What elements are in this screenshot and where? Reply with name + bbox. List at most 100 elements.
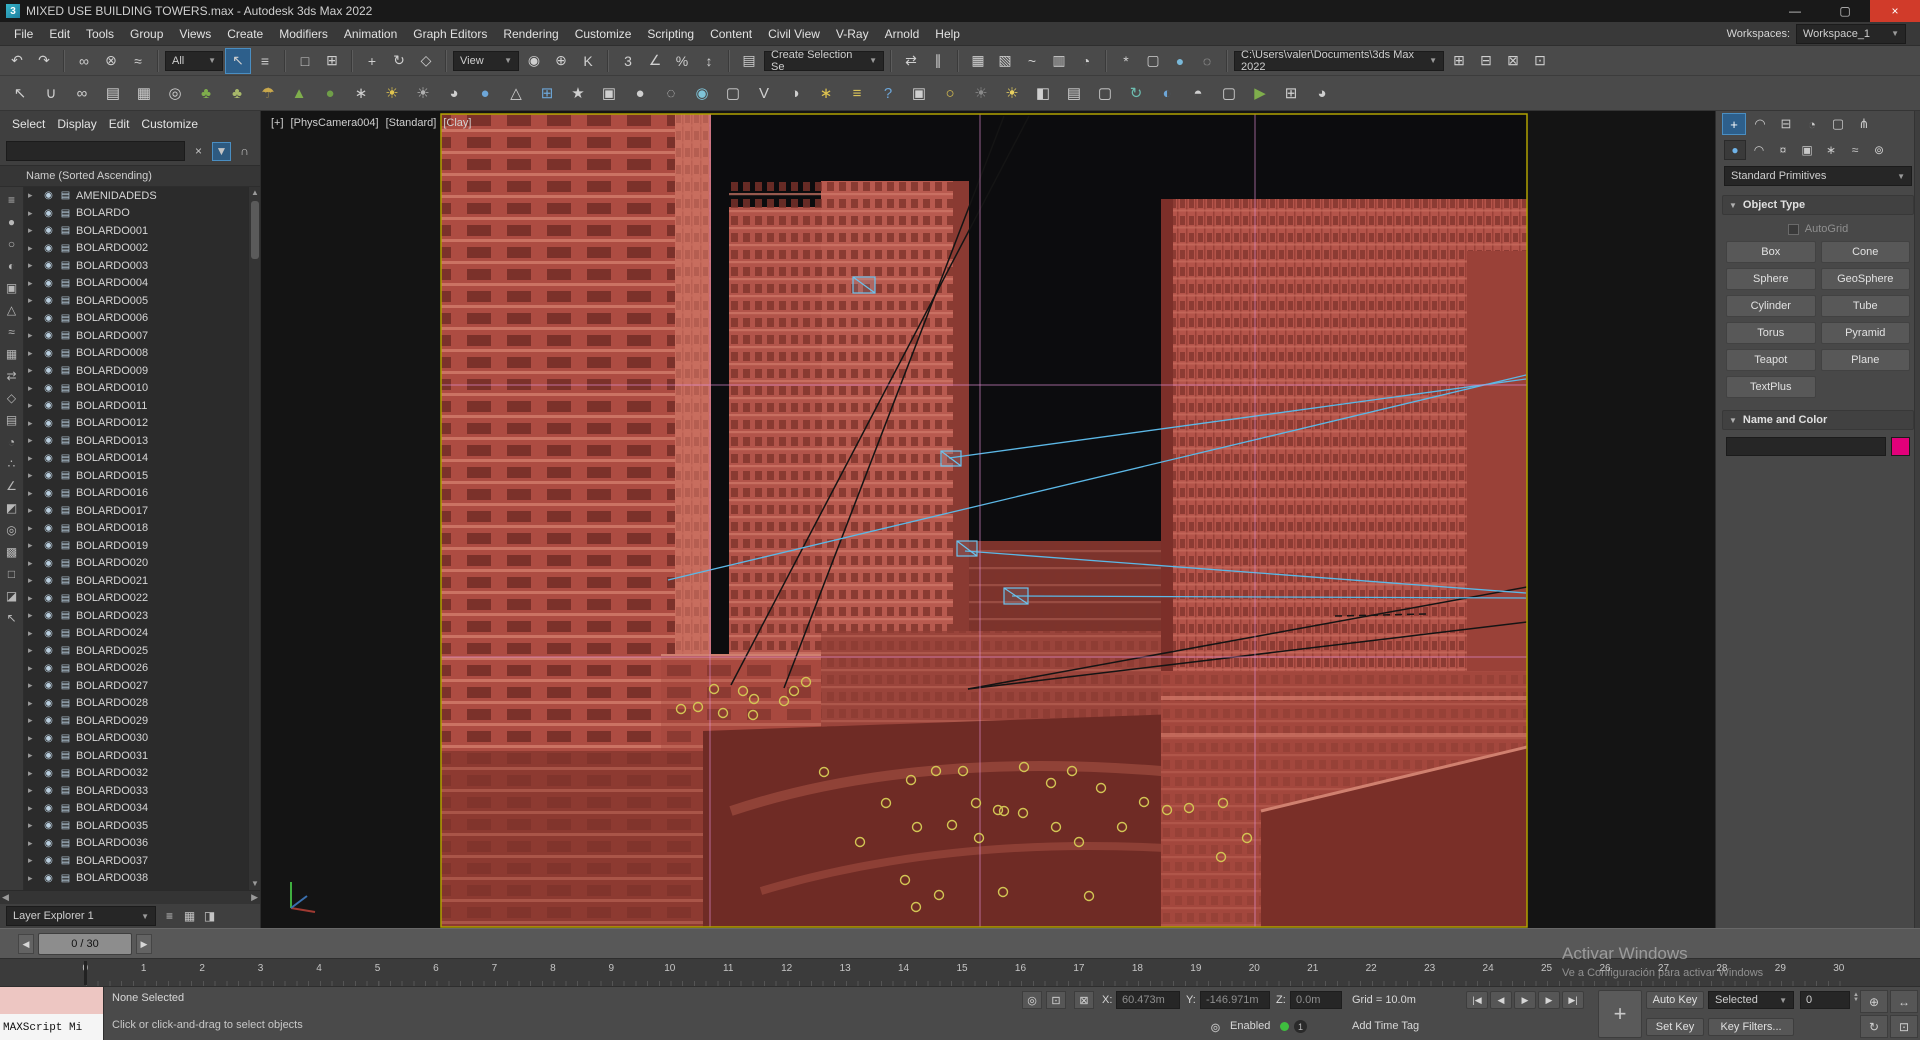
camera-icon[interactable]: ▣	[595, 79, 623, 107]
select-and-scale-icon[interactable]: ◇	[413, 48, 439, 74]
percent-snap-icon[interactable]: %	[669, 48, 695, 74]
expand-icon[interactable]: ▸	[28, 348, 38, 359]
layer-row[interactable]: ▸ ◉ ▤ BOLARDO011	[24, 397, 248, 415]
timeline-tick[interactable]: 20	[1225, 959, 1283, 974]
display-materials-icon[interactable]: ◔	[2, 431, 22, 453]
orbit-icon[interactable]: ↻	[1860, 1015, 1888, 1038]
select-by-name-icon[interactable]: ≡	[252, 48, 278, 74]
sphere-dotted-icon[interactable]: ◌	[657, 79, 685, 107]
expand-icon[interactable]: ▸	[28, 260, 38, 271]
info-badge[interactable]: 1	[1294, 1020, 1307, 1033]
unlink-selection-icon[interactable]: ⊗	[98, 48, 124, 74]
layer-row[interactable]: ▸ ◉ ▤ BOLARDO025	[24, 642, 248, 660]
current-frame-field[interactable]: 0	[1800, 991, 1850, 1009]
timeline-tick[interactable]: 25	[1517, 959, 1575, 974]
visibility-icon[interactable]: ◉	[42, 628, 55, 639]
expand-icon[interactable]: ▸	[28, 278, 38, 289]
object-type-button[interactable]: Teapot	[1726, 349, 1816, 371]
object-type-button[interactable]: TextPlus	[1726, 376, 1816, 398]
expand-icon[interactable]: ▸	[28, 733, 38, 744]
layer-row[interactable]: ▸ ◉ ▤ BOLARDO020	[24, 555, 248, 573]
mirror-icon[interactable]: ⇄	[898, 48, 924, 74]
set-key-mode-button[interactable]: +	[1598, 990, 1642, 1038]
layer-row[interactable]: ▸ ◉ ▤ BOLARDO002	[24, 240, 248, 258]
display-helpers-icon[interactable]: △	[2, 299, 22, 321]
use-pivot-point-icon[interactable]: ◉	[521, 48, 547, 74]
visibility-icon[interactable]: ◉	[42, 855, 55, 866]
visibility-icon[interactable]: ◉	[42, 435, 55, 446]
layer-row[interactable]: ▸ ◉ ▤ BOLARDO010	[24, 380, 248, 398]
layer-row[interactable]: ▸ ◉ ▤ AMENIDADEDS	[24, 187, 248, 205]
layer-row[interactable]: ▸ ◉ ▤ BOLARDO001	[24, 222, 248, 240]
horizontal-scrollbar[interactable]: ◀ ▶	[0, 890, 260, 904]
progressive-display-icon[interactable]: ⊚	[1210, 1020, 1221, 1036]
offset-mode-icon[interactable]: ⊡	[1046, 991, 1066, 1009]
filter-icon[interactable]: ▼	[212, 141, 231, 161]
object-type-button[interactable]: Cone	[1820, 241, 1910, 263]
cursor-icon[interactable]: ↖	[6, 79, 34, 107]
menu-item[interactable]: Group	[122, 22, 171, 46]
keyboard-override-icon[interactable]: K	[575, 48, 601, 74]
layer-row[interactable]: ▸ ◉ ▤ BOLARDO030	[24, 730, 248, 748]
visibility-icon[interactable]: ◉	[42, 558, 55, 569]
category-cameras[interactable]: ▣	[1796, 140, 1818, 160]
teapot-wrench-icon[interactable]: ◕	[1308, 79, 1336, 107]
material-editor-icon[interactable]: ◔	[1073, 48, 1099, 74]
layer-row[interactable]: ▸ ◉ ▤ BOLARDO009	[24, 362, 248, 380]
visibility-icon[interactable]: ◉	[42, 260, 55, 271]
object-type-button[interactable]: Box	[1726, 241, 1816, 263]
tab-motion[interactable]: ◔	[1800, 113, 1824, 135]
viewport-menu-general[interactable]: [+]	[271, 117, 284, 129]
viewport-menu-pov[interactable]: [PhysCamera004]	[291, 117, 379, 129]
menu-item[interactable]: Help	[927, 22, 968, 46]
layer-row[interactable]: ▸ ◉ ▤ BOLARDO019	[24, 537, 248, 555]
display-geometry-icon[interactable]: ●	[2, 211, 22, 233]
display-groups-icon[interactable]: ▦	[2, 343, 22, 365]
select-and-manipulate-icon[interactable]: ⊕	[548, 48, 574, 74]
expand-icon[interactable]: ▸	[28, 225, 38, 236]
layer-row[interactable]: ▸ ◉ ▤ BOLARDO003	[24, 257, 248, 275]
maximize-button[interactable]: ▢	[1820, 0, 1870, 22]
visibility-icon[interactable]: ◉	[42, 505, 55, 516]
display-spacewarps-icon[interactable]: ≈	[2, 321, 22, 343]
expand-icon[interactable]: ▸	[28, 855, 38, 866]
layer-row[interactable]: ▸ ◉ ▤ BOLARDO029	[24, 712, 248, 730]
visibility-icon[interactable]: ◉	[42, 733, 55, 744]
layer-row[interactable]: ▸ ◉ ▤ BOLARDO031	[24, 747, 248, 765]
timeline-tick[interactable]: 6	[407, 959, 465, 974]
explorer-options-icon[interactable]: ≡	[160, 907, 179, 926]
visibility-icon[interactable]: ◉	[42, 225, 55, 236]
zoom-icon[interactable]: ⊕	[1860, 990, 1888, 1013]
eye-icon[interactable]: ◉	[688, 79, 716, 107]
select-none-icon[interactable]: □	[2, 563, 22, 585]
timeline-tick[interactable]: 17	[1050, 959, 1108, 974]
layer-row[interactable]: ▸ ◉ ▤ BOLARDO034	[24, 800, 248, 818]
expand-icon[interactable]: ▸	[28, 558, 38, 569]
expand-icon[interactable]: ▸	[28, 645, 38, 656]
menu-item[interactable]: Views	[171, 22, 219, 46]
expand-icon[interactable]: ▸	[28, 313, 38, 324]
list-icon[interactable]: ≡	[843, 79, 871, 107]
display-containers-icon[interactable]: ▤	[2, 409, 22, 431]
visibility-icon[interactable]: ◉	[42, 488, 55, 499]
visibility-icon[interactable]: ◉	[42, 208, 55, 219]
layer-row[interactable]: ▸ ◉ ▤ BOLARDO006	[24, 310, 248, 328]
next-frame-arrow[interactable]: ▶	[136, 934, 152, 954]
category-space-warps[interactable]: ≈	[1844, 140, 1866, 160]
timeline-tick[interactable]: 7	[465, 959, 523, 974]
boxes-icon[interactable]: ▦	[130, 79, 158, 107]
layer-row[interactable]: ▸ ◉ ▤ BOLARDO	[24, 205, 248, 223]
layer-row[interactable]: ▸ ◉ ▤ BOLARDO032	[24, 765, 248, 783]
scroll-down-icon[interactable]: ▼	[249, 878, 260, 890]
curve-editor-icon[interactable]: ~	[1019, 48, 1045, 74]
timeline-tick[interactable]: 13	[816, 959, 874, 974]
grid-box-icon[interactable]: ⊞	[533, 79, 561, 107]
star-icon[interactable]: ★	[564, 79, 592, 107]
layer-row[interactable]: ▸ ◉ ▤ BOLARDO018	[24, 520, 248, 538]
reference-coordinate-dropdown[interactable]: View ▼	[453, 50, 519, 71]
category-shapes[interactable]: ◠	[1748, 140, 1770, 160]
scroll-right-icon[interactable]: ▶	[251, 892, 258, 903]
grid-icon[interactable]: ⊞	[1277, 79, 1305, 107]
visibility-icon[interactable]: ◉	[42, 645, 55, 656]
viewport-menu-style[interactable]: [Clay]	[443, 117, 471, 129]
